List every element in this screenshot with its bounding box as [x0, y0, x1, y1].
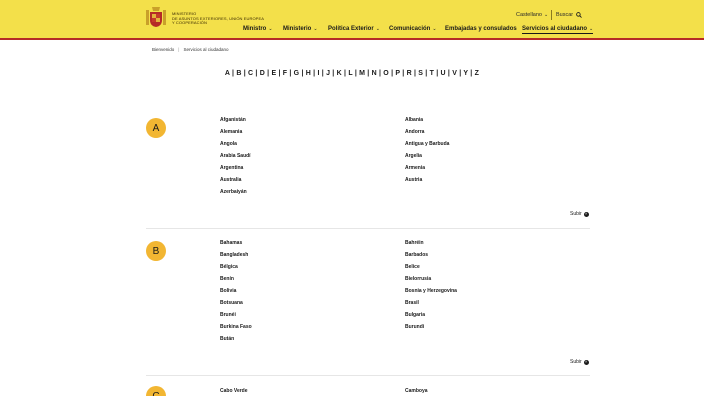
country-link[interactable]: Bahréin: [405, 240, 424, 246]
country-link[interactable]: Albania: [405, 117, 423, 123]
country-link[interactable]: Azerbaiyán: [220, 189, 247, 195]
header-accent-line: [0, 38, 704, 40]
nav-item-servicios[interactable]: Servicios al ciudadano ⌄: [522, 26, 594, 34]
country-link[interactable]: Burundi: [405, 324, 424, 330]
country-link[interactable]: Bielorrusia: [405, 276, 431, 282]
search-icon: [576, 12, 582, 18]
country-link[interactable]: Argentina: [220, 165, 243, 171]
country-link[interactable]: Benín: [220, 276, 234, 282]
search-label: Buscar: [556, 12, 574, 18]
chevron-down-icon: ⌄: [268, 26, 273, 32]
country-link[interactable]: Barbados: [405, 252, 428, 258]
country-link[interactable]: Bolivia: [220, 288, 236, 294]
search-button[interactable]: Buscar: [556, 12, 582, 18]
country-link[interactable]: Andorra: [405, 129, 424, 135]
letter-badge: B: [146, 241, 166, 261]
main-nav: Ministro ⌄ Ministerio ⌄ Política Exterio…: [0, 26, 704, 36]
chevron-down-icon: ⌄: [313, 26, 318, 32]
country-link[interactable]: Bosnia y Herzegovina: [405, 288, 457, 294]
nav-item-label: Comunicación: [389, 26, 431, 32]
country-link[interactable]: Botsuana: [220, 300, 243, 306]
language-selector[interactable]: Castellano ⌄: [516, 12, 548, 18]
country-link[interactable]: Belice: [405, 264, 420, 270]
country-link[interactable]: Brasil: [405, 300, 419, 306]
country-link[interactable]: Bután: [220, 336, 234, 342]
country-link[interactable]: Bulgaria: [405, 312, 425, 318]
chevron-down-icon: ⌄: [589, 26, 594, 32]
back-to-top-link[interactable]: Subir ˄: [570, 211, 589, 217]
breadcrumb-separator: |: [178, 47, 180, 52]
letter-badge: A: [146, 118, 166, 138]
arrow-up-icon: ˄: [583, 211, 589, 217]
section-divider: [146, 375, 590, 376]
arrow-up-icon: ˄: [583, 359, 589, 365]
back-to-top-label: Subir: [570, 359, 582, 365]
nav-item-label: Embajadas y consulados: [445, 26, 517, 32]
breadcrumb-current[interactable]: Servicios al ciudadano: [183, 47, 228, 52]
country-link[interactable]: Bangladesh: [220, 252, 248, 258]
country-link[interactable]: Austria: [405, 177, 422, 183]
country-link[interactable]: Alemania: [220, 129, 242, 135]
country-link[interactable]: Australia: [220, 177, 241, 183]
country-link[interactable]: Camboya: [405, 388, 428, 394]
back-to-top-link[interactable]: Subir ˄: [570, 359, 589, 365]
nav-item-comunicacion[interactable]: Comunicación ⌄: [389, 26, 437, 32]
country-link[interactable]: Angola: [220, 141, 237, 147]
country-link[interactable]: Bahamas: [220, 240, 242, 246]
back-to-top-label: Subir: [570, 211, 582, 217]
chevron-down-icon: ⌄: [432, 26, 437, 32]
chevron-down-icon: ⌄: [375, 26, 380, 32]
nav-item-ministro[interactable]: Ministro ⌄: [243, 26, 273, 32]
breadcrumb-home[interactable]: Bienvenido: [152, 47, 174, 52]
nav-item-label: Política Exterior: [328, 26, 374, 32]
nav-item-label: Servicios al ciudadano: [522, 26, 588, 32]
country-link[interactable]: Antigua y Barbuda: [405, 141, 449, 147]
country-link[interactable]: Argelia: [405, 153, 422, 159]
nav-item-label: Ministerio: [283, 26, 312, 32]
letter-badge: C: [146, 386, 166, 396]
country-link[interactable]: Burkina Faso: [220, 324, 252, 330]
nav-item-label: Ministro: [243, 26, 267, 32]
country-link[interactable]: Bélgica: [220, 264, 238, 270]
country-link[interactable]: Arabia Saudí: [220, 153, 251, 159]
language-label: Castellano: [516, 12, 542, 18]
section-divider: [146, 228, 590, 229]
nav-item-politica-exterior[interactable]: Política Exterior ⌄: [328, 26, 380, 32]
country-link[interactable]: Afganistán: [220, 117, 246, 123]
breadcrumb: Bienvenido | Servicios al ciudadano: [152, 47, 228, 52]
country-link[interactable]: Brunéi: [220, 312, 236, 318]
country-link[interactable]: Cabo Verde: [220, 388, 248, 394]
chevron-down-icon: ⌄: [544, 12, 549, 18]
country-link[interactable]: Armenia: [405, 165, 425, 171]
ministry-name[interactable]: MINISTERIO DE ASUNTOS EXTERIORES, UNIÓN …: [172, 11, 264, 26]
nav-item-ministerio[interactable]: Ministerio ⌄: [283, 26, 318, 32]
alphabet-index[interactable]: A | B | C | D | E | F | G | H | I | J | …: [0, 70, 704, 77]
header-separator: [551, 10, 552, 20]
site-header: MINISTERIO DE ASUNTOS EXTERIORES, UNIÓN …: [0, 0, 704, 38]
nav-item-embajadas[interactable]: Embajadas y consulados: [445, 26, 517, 32]
